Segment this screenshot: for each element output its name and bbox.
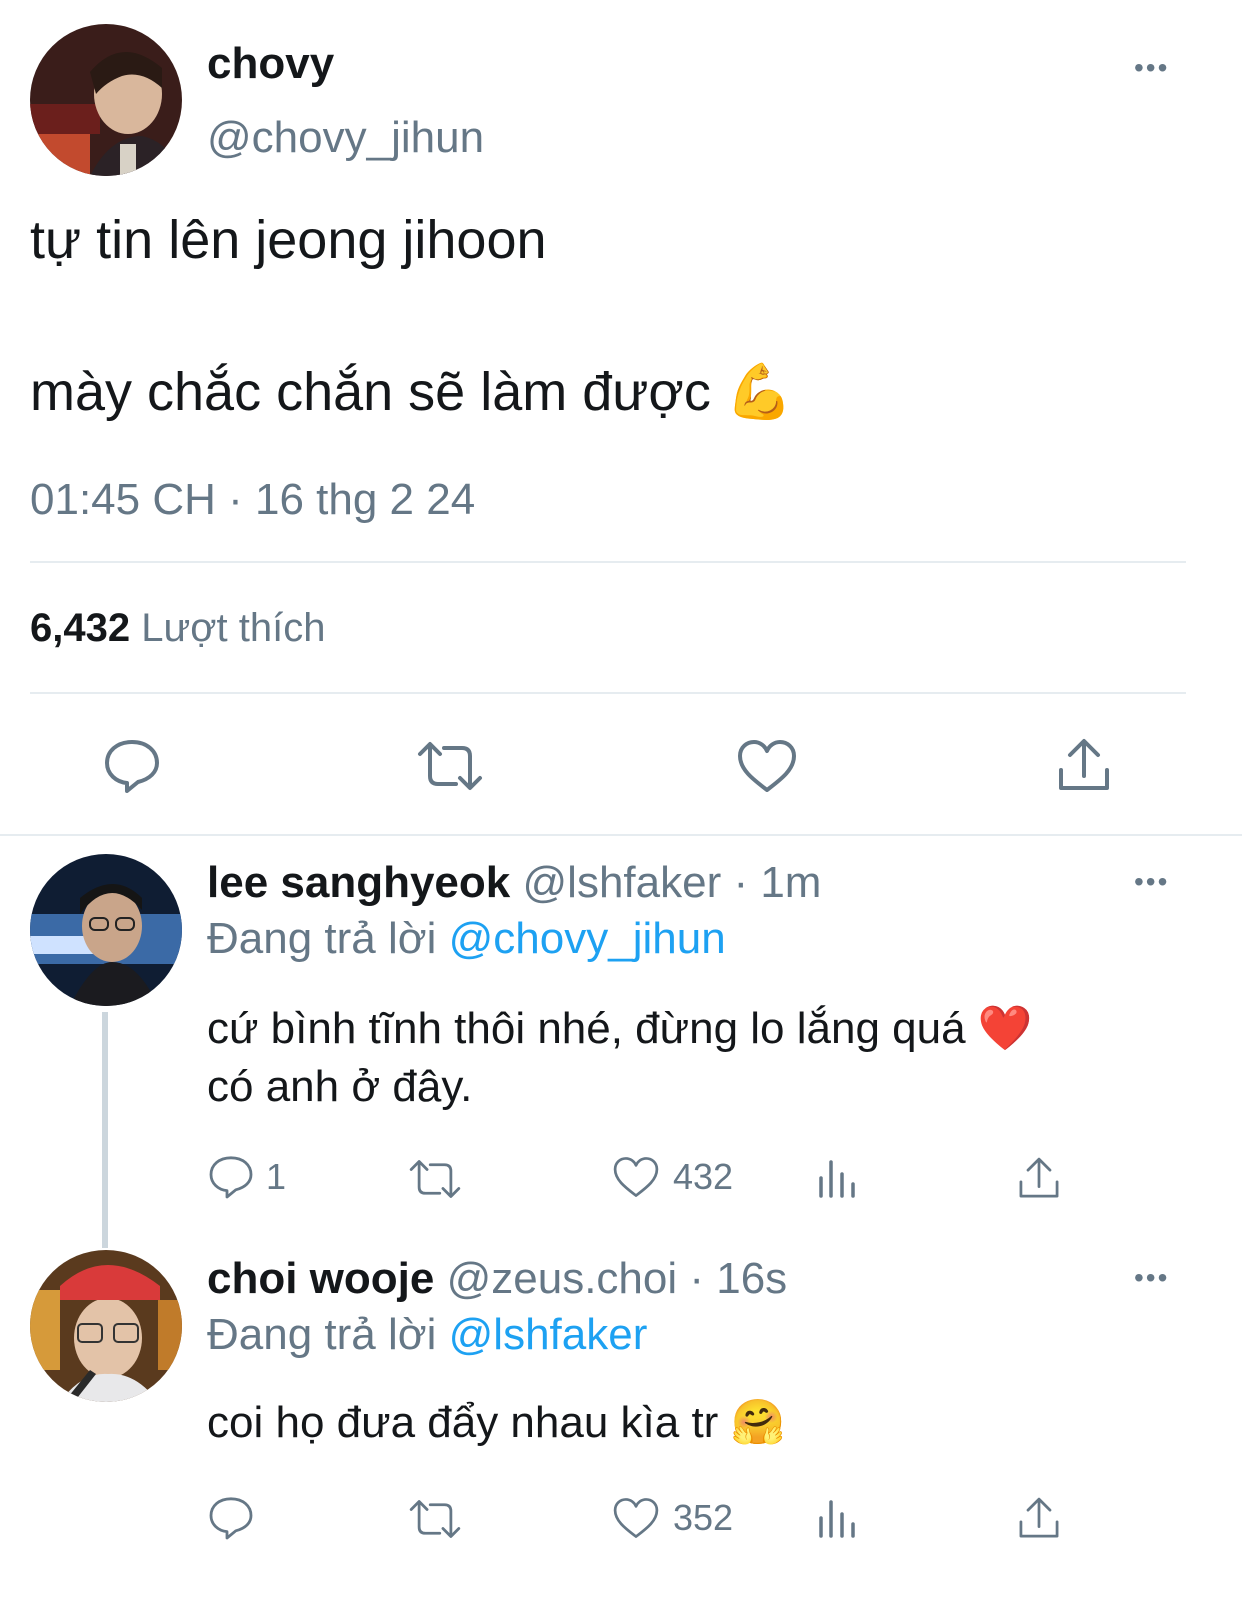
likes-label: Lượt thích [141,606,326,650]
red-heart-emoji-icon: ❤️ [977,1004,1033,1053]
replying-to-prefix: Đang trả lời [207,914,437,963]
likes-count: 6,432 [30,606,131,650]
divider [0,834,1242,836]
avatar-lee-sanghyeok-image [30,854,182,1006]
retweet-icon[interactable] [408,1158,462,1200]
analytics-icon[interactable] [816,1156,858,1200]
like-icon[interactable] [612,1155,660,1199]
replying-to-prefix: Đang trả lời [207,1310,437,1359]
like-count: 352 [673,1497,734,1538]
reply-1-author-name[interactable]: lee sanghyeok [207,858,510,907]
tweet-timestamp[interactable]: 01:45 CH · 16 thg 2 24 [30,474,475,526]
analytics-icon[interactable] [816,1496,858,1540]
more-icon[interactable]: ••• [1134,1264,1169,1292]
reply-1-header: lee sanghyeok @lshfaker · 1m [207,856,821,910]
like-icon[interactable] [736,738,798,794]
reply-1-text-line1: cứ bình tĩnh thôi nhé, đừng lo lắng quá [207,1004,966,1053]
share-icon[interactable] [1017,1155,1061,1201]
reply-count: 1 [266,1156,287,1197]
avatar-choi-wooje[interactable] [30,1250,182,1402]
reply-1-text-line2: có anh ở đây. [207,1062,473,1111]
tweet-text-line2-text: mày chắc chắn sẽ làm được [30,362,711,422]
author-name[interactable]: chovy [207,38,334,90]
retweet-icon[interactable] [408,1498,462,1540]
author-handle[interactable]: @chovy_jihun [207,112,484,164]
replying-to-mention[interactable]: @lshfaker [449,1310,648,1359]
reply-icon[interactable] [207,1153,255,1201]
divider [30,561,1186,563]
reply-2-author-name[interactable]: choi wooje [207,1254,434,1303]
more-icon[interactable]: ••• [1134,54,1169,82]
divider [30,692,1186,694]
likes-summary[interactable]: 6,432 Lượt thích [30,604,325,652]
reply-icon[interactable] [207,1494,255,1542]
avatar-lee-sanghyeok[interactable] [30,854,182,1006]
tweet-text-line1: tự tin lên jeong jihoon [30,210,547,270]
tweet-text-line2: mày chắc chắn sẽ làm được 💪 [30,360,793,424]
share-icon[interactable] [1056,736,1112,794]
reply-2-text: coi họ đưa đẩy nhau kìa tr 🤗 [207,1394,785,1452]
reply-2-handle-time[interactable]: @zeus.choi · 16s [447,1254,788,1303]
reply-icon[interactable] [102,736,162,796]
avatar-chovy[interactable] [30,24,182,176]
reply-1-text: cứ bình tĩnh thôi nhé, đừng lo lắng quá … [207,1000,1033,1116]
thread-line [102,1012,108,1248]
reply-1-replying-to: Đang trả lời @chovy_jihun [207,912,726,966]
avatar-chovy-image [30,24,182,176]
reply-2-header: choi wooje @zeus.choi · 16s [207,1252,787,1306]
share-icon[interactable] [1017,1495,1061,1541]
like-count: 432 [673,1156,734,1197]
hugging-face-emoji-icon: 🤗 [730,1398,786,1447]
replying-to-mention[interactable]: @chovy_jihun [449,914,726,963]
reply-2-text-line1: coi họ đưa đẩy nhau kìa tr [207,1398,719,1447]
reply-1-handle-time[interactable]: @lshfaker · 1m [523,858,822,907]
retweet-icon[interactable] [416,740,484,792]
reply-2-replying-to: Đang trả lời @lshfaker [207,1308,647,1362]
avatar-choi-wooje-image [30,1250,182,1402]
more-icon[interactable]: ••• [1134,868,1169,896]
like-icon[interactable] [612,1496,660,1540]
flexed-biceps-emoji-icon: 💪 [725,362,794,422]
